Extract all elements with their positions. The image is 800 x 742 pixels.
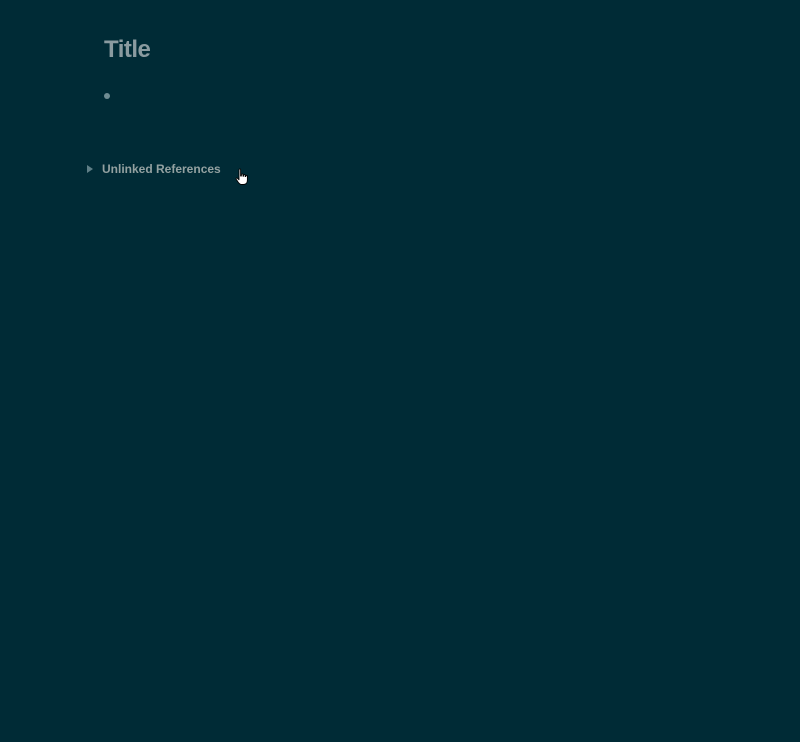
block[interactable] xyxy=(104,88,704,104)
bullet-icon[interactable] xyxy=(104,93,110,99)
caret-right-icon[interactable] xyxy=(84,161,96,177)
block-content[interactable] xyxy=(122,88,222,104)
page: Title Unlinked References xyxy=(0,0,800,742)
unlinked-references-label[interactable]: Unlinked References xyxy=(102,162,221,176)
page-title[interactable]: Title xyxy=(104,36,151,64)
unlinked-references-header[interactable]: Unlinked References xyxy=(84,161,221,177)
hand-pointer-icon xyxy=(235,168,248,185)
